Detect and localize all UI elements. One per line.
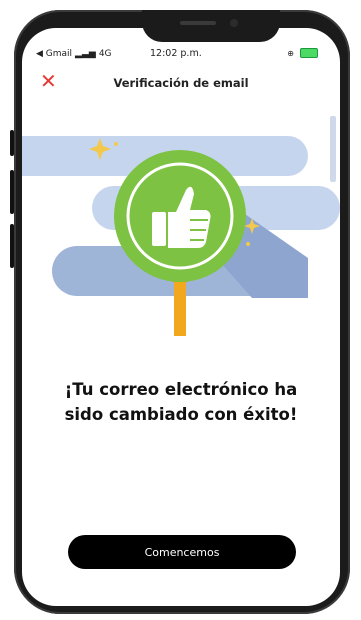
nav-header: ✕ Verificación de email (22, 70, 340, 98)
illustration-band-top-edge (22, 136, 56, 176)
status-right: ⊕ (287, 48, 318, 58)
scrollbar[interactable] (330, 116, 336, 182)
phone-notch (142, 10, 280, 42)
front-camera (230, 19, 238, 27)
volume-up-button (10, 170, 14, 214)
page-title: Verificación de email (113, 76, 249, 90)
speaker-grille (180, 21, 216, 25)
orientation-lock-icon: ⊕ (287, 48, 294, 58)
battery-icon (300, 48, 318, 58)
mute-switch (10, 130, 14, 156)
success-message-line2: sido cambiado con éxito! (64, 405, 298, 424)
back-to-app[interactable]: ◀ Gmail (36, 49, 72, 59)
status-bar: ◀ Gmail ▂▃▅ 4G 12:02 p.m. ⊕ (22, 46, 340, 66)
volume-down-button (10, 224, 14, 268)
network-type: 4G (98, 49, 112, 59)
signal-icon: ▂▃▅ (75, 49, 96, 59)
start-button[interactable]: Comencemos (68, 535, 296, 569)
success-illustration (22, 136, 340, 336)
status-time: 12:02 p.m. (150, 48, 202, 59)
sign-pole (174, 276, 186, 336)
success-message-line1: ¡Tu correo electrónico ha (64, 380, 298, 399)
screen-content: ◀ Gmail ▂▃▅ 4G 12:02 p.m. ⊕ ✕ Verificaci… (22, 28, 340, 606)
status-left: ◀ Gmail ▂▃▅ 4G (36, 49, 112, 59)
success-message: ¡Tu correo electrónico ha sido cambiado … (22, 377, 340, 427)
